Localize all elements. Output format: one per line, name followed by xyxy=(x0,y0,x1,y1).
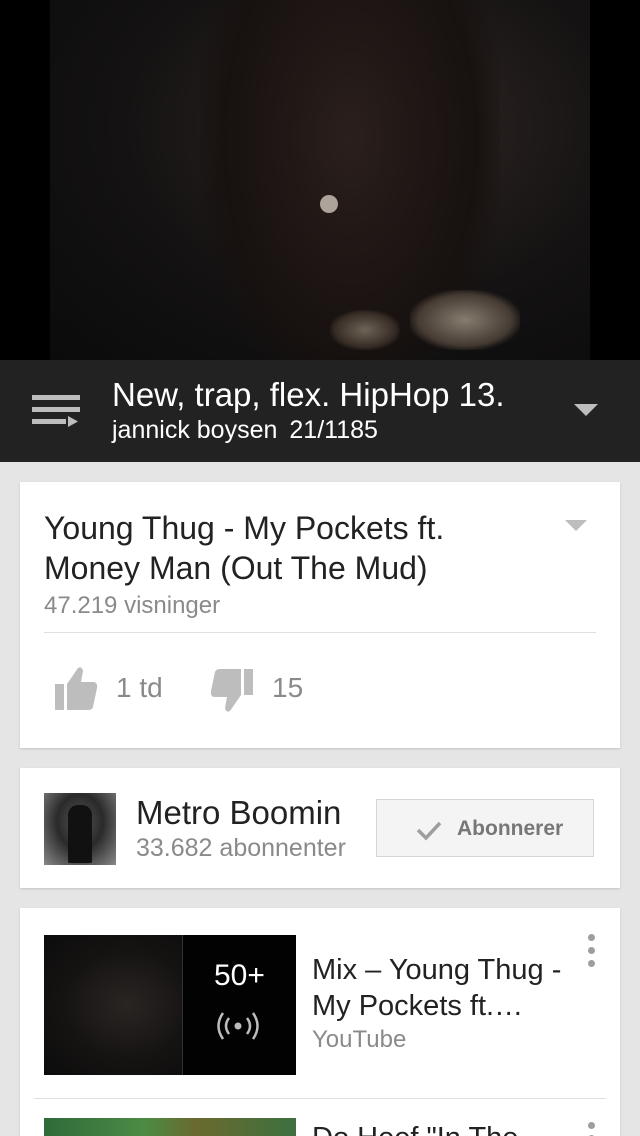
thumbnail-image xyxy=(44,935,182,1075)
playlist-icon[interactable] xyxy=(32,393,82,429)
subscribe-button[interactable]: Abonnerer xyxy=(376,799,594,857)
video-thumbnail[interactable]: 50+ xyxy=(44,935,296,1075)
mix-overlay xyxy=(182,935,296,1075)
video-info-card: Young Thug - My Pockets ft. Money Man (O… xyxy=(20,482,620,748)
caret-down-icon[interactable] xyxy=(574,404,598,416)
check-icon xyxy=(416,821,442,841)
channel-card: Metro Boomin 33.682 abonnenter Abonnerer xyxy=(20,768,620,888)
thumbs-down-icon[interactable] xyxy=(210,667,254,715)
up-next-list: 50+ Mix – Young Thug - My Pockets ft.… Y… xyxy=(20,908,620,1136)
view-count: 47.219 visninger xyxy=(44,592,221,619)
dislike-count: 15 xyxy=(272,672,304,703)
list-item-title[interactable]: Mix – Young Thug - My Pockets ft.… xyxy=(312,952,572,1024)
thumbs-up-icon[interactable] xyxy=(54,664,98,712)
subscribe-label: Abonnerer xyxy=(457,817,564,840)
playlist-title[interactable]: New, trap, flex. HipHop 13. xyxy=(112,376,505,414)
caret-down-icon[interactable] xyxy=(565,520,587,531)
divider xyxy=(34,1098,606,1099)
mix-radio-icon xyxy=(217,1012,259,1040)
video-title: Young Thug - My Pockets ft. Money Man (O… xyxy=(44,510,445,586)
more-vert-icon[interactable] xyxy=(586,1122,596,1136)
video-thumbnail[interactable] xyxy=(44,1118,296,1136)
playlist-position: 21/1185 xyxy=(289,416,378,444)
video-detail xyxy=(410,290,520,350)
like-count: 1 td xyxy=(116,672,163,703)
video-detail xyxy=(330,310,400,350)
list-item-title[interactable]: Do Heef "In The xyxy=(312,1122,518,1136)
channel-name[interactable]: Metro Boomin xyxy=(136,794,341,832)
video-detail xyxy=(320,195,338,213)
list-item-source: YouTube xyxy=(312,1026,407,1053)
divider xyxy=(44,632,596,633)
mix-count: 50+ xyxy=(214,959,265,992)
video-frame[interactable] xyxy=(50,0,590,360)
video-player[interactable] xyxy=(0,0,640,360)
more-vert-icon[interactable] xyxy=(586,934,596,970)
playlist-owner: jannick boysen xyxy=(112,416,278,444)
subscriber-count: 33.682 abonnenter xyxy=(136,834,346,862)
avatar[interactable] xyxy=(44,793,116,865)
playlist-subtitle: jannick boysen 21/1185 xyxy=(112,416,378,445)
